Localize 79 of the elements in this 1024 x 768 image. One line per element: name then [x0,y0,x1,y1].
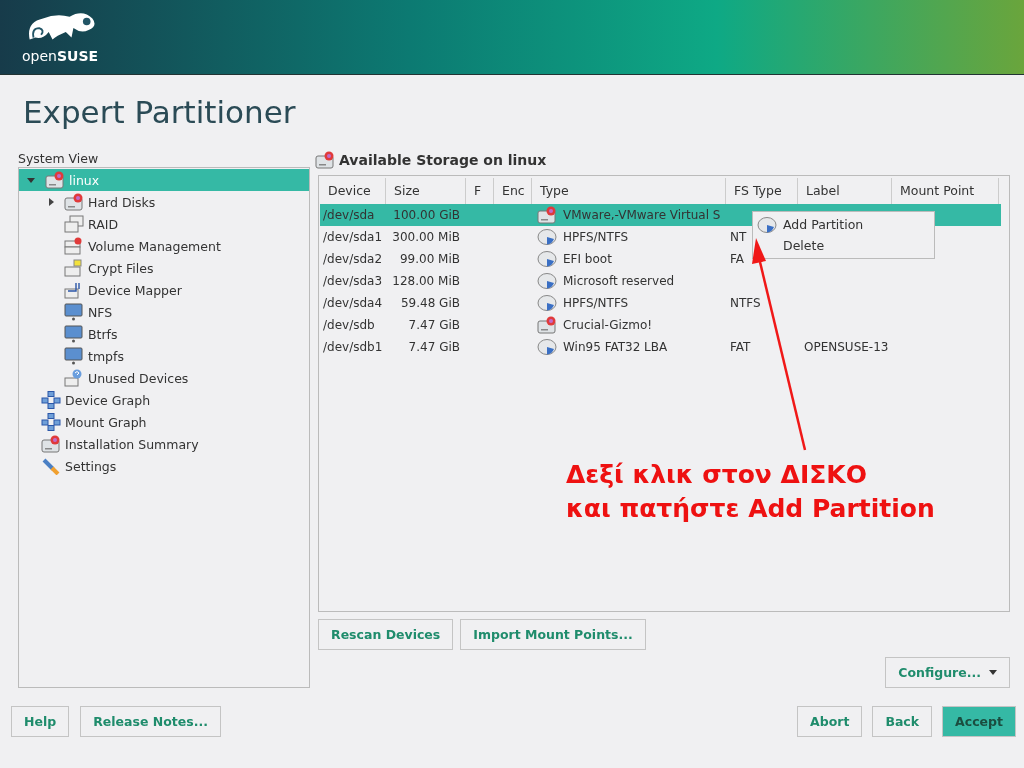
action-button[interactable]: Rescan Devices [318,619,454,650]
footer-button[interactable]: Back [872,706,933,737]
collapse-arrow-icon[interactable] [27,177,35,183]
stacked-drives-icon [64,215,84,233]
annotation-text: Δεξί κλικ στον ΔΙΣΚΟ [566,459,868,491]
hard-disk-icon [45,171,65,189]
system-view-label: System View [18,150,100,167]
table-cell: Crucial-Gizmo! [563,318,653,332]
action-button[interactable]: Import Mount Points... [460,619,646,650]
table-cell[interactable]: /dev/sdb1 [320,336,386,358]
table-cell[interactable]: /dev/sda [320,204,386,226]
tree-item[interactable]: Settings [19,455,309,477]
wrench-icon [41,457,61,475]
graph-icon [41,391,61,409]
hard-disk-icon [41,435,61,453]
table-cell: HPFS/NTFS [563,230,629,244]
hard-disk-icon [537,316,557,334]
table-cell-text: 300.00 MiB [391,229,461,246]
table-cell-text: FAT [729,339,752,356]
tree-item[interactable]: NFS [19,301,309,323]
table-cell-text: 7.47 GiB [407,339,461,356]
drive-question-icon [64,369,84,387]
annotation-text: και πατήστε Add Partition [566,493,935,525]
tree-item[interactable]: tmpfs [19,345,309,367]
menu-item[interactable]: Add Partition [753,214,934,235]
tree-item[interactable]: Device Mapper [19,279,309,301]
tree-item[interactable]: Installation Summary [19,433,309,455]
graph-icon [41,413,61,431]
table-cell-text: 128.00 MiB [391,273,461,290]
configure-dropdown[interactable]: Configure... [885,657,1010,688]
tree-item[interactable]: Btrfs [19,323,309,345]
table-cell[interactable]: /dev/sda3 [320,270,386,292]
partition-icon [537,228,557,246]
tree-item[interactable]: Mount Graph [19,411,309,433]
partition-icon [537,294,557,312]
partition-icon [757,215,777,234]
logo-text: openSUSE [22,49,99,63]
tree-item[interactable]: Crypt Files [19,257,309,279]
table-cell[interactable]: /dev/sda4 [320,292,386,314]
footer-button[interactable]: Help [11,706,70,737]
table-cell: 100.00 GiB [386,204,466,226]
footer-button[interactable]: Release Notes... [80,706,221,737]
footer-button[interactable]: Abort [797,706,863,737]
table-cell-text: OPENSUSE-13 [803,339,890,356]
table-cell: Win95 FAT32 LBA [563,340,668,354]
drive-note-icon [64,259,84,277]
table-cell: VMware,-VMware Virtual S [563,208,721,222]
table-cell[interactable]: /dev/sdb [320,314,386,336]
caret-icon [989,670,997,675]
tree-item[interactable]: Volume Management [19,235,309,257]
table-cell: Microsoft reserved [563,274,675,288]
expand-arrow-icon[interactable] [49,198,54,206]
tree-item[interactable]: Device Graph [19,389,309,411]
storage-heading: Available Storage on linux [339,152,547,168]
monitor-icon [64,347,84,365]
menu-item[interactable]: Delete [753,235,934,256]
table-cell[interactable]: /dev/sda2 [320,248,386,270]
drive-stack-icon [64,237,84,255]
table-cell: EFI boot [563,252,612,266]
table-cell[interactable]: /dev/sda1 [320,226,386,248]
tree-item[interactable]: RAID [19,213,309,235]
page-title: Expert Partitioner [22,93,297,132]
monitor-icon [64,303,84,321]
hard-disk-icon [537,206,557,224]
footer-button[interactable]: Accept [942,706,1016,737]
table-cell-text: FA [729,251,745,268]
partition-icon [537,338,557,356]
monitor-icon [64,325,84,343]
hard-disk-icon [315,151,335,169]
partition-icon [537,250,557,268]
tree-item[interactable]: Unused Devices [19,367,309,389]
table-cell-text: 7.47 GiB [407,317,461,334]
table-cell-text: 99.00 MiB [398,251,461,268]
table-cell: HPFS/NTFS [563,296,629,310]
table-cell-text: 59.48 GiB [399,295,461,312]
table-cell-text: NTFS [729,295,762,312]
partition-icon [537,272,557,290]
hard-disk-icon [64,193,84,211]
tree-item[interactable]: Hard Disks [19,191,309,213]
